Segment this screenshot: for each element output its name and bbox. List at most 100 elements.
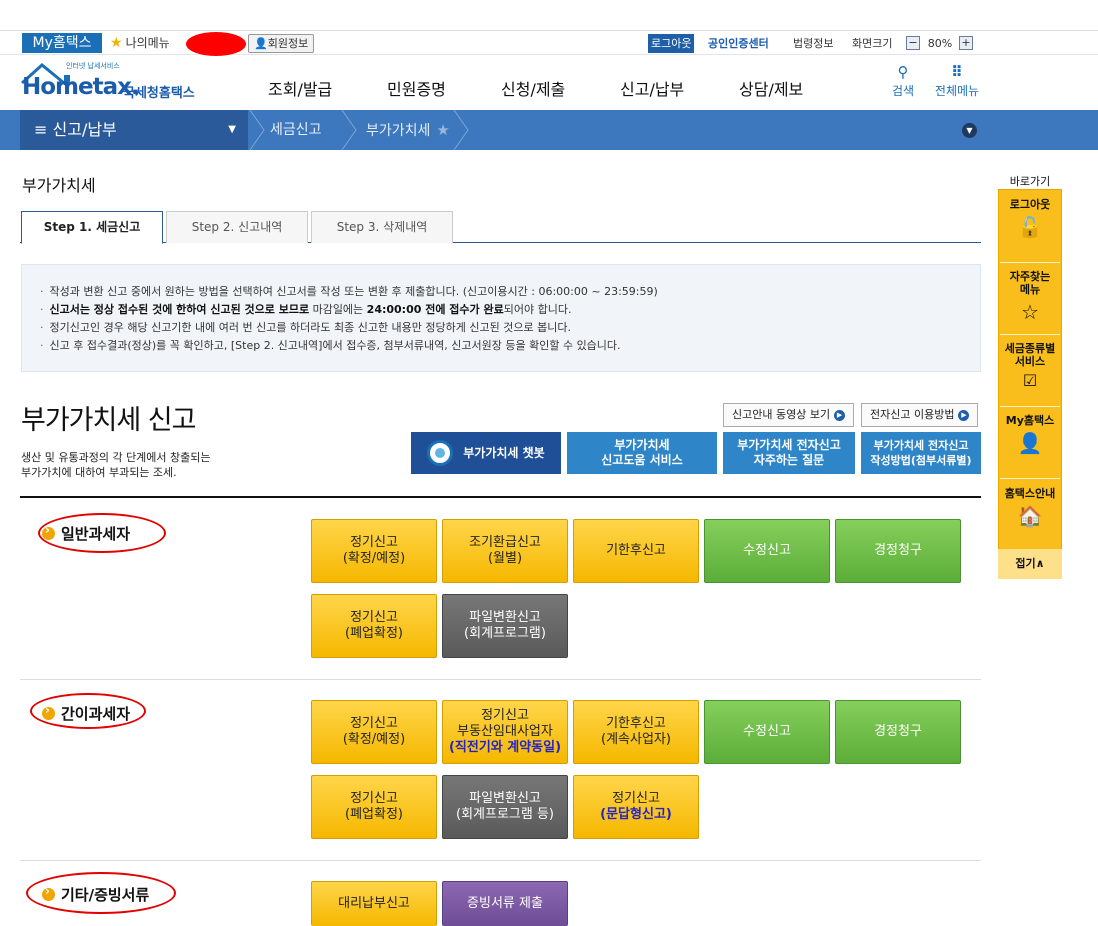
home-help-icon: 🏠 [1017,504,1043,528]
arrow-right-icon: ▶ [834,409,846,421]
vat-faq-button[interactable]: 부가가치세 전자신고 자주하는 질문 [723,432,855,474]
logo-small-text: 인터넷 납세서비스 [66,62,120,70]
nav-consult[interactable]: 상담/제보 [739,76,803,100]
quick-separator [1000,478,1060,479]
tabs-underline [20,242,981,243]
section-divider [20,496,981,498]
logo-sub-text: 국세청홈택스 [123,86,195,101]
general-early-refund-button[interactable]: 조기환급신고 (월별) [442,519,568,583]
quick-logout[interactable]: 로그아웃 🔓 [998,198,1062,239]
proxy-payment-report-button[interactable]: 대리납부신고 [311,881,437,926]
e-filing-howto-button[interactable]: 전자신고 이용방법 ▶ [861,403,979,427]
evidence-submit-button[interactable]: 증빙서류 제출 [442,881,568,926]
certificate-center-link[interactable]: 공인인증센터 [708,34,769,53]
quick-tax-type-service[interactable]: 세금종류별 서비스 ☑ [998,342,1062,390]
vat-section-title: 부가가치세 신고 [21,405,196,436]
breadcrumb-menu-select[interactable]: ≡ 신고/납부 ▼ [20,110,248,150]
vat-writing-method-button[interactable]: 부가가치세 전자신고 작성방법(첨부서류별) [861,432,981,474]
member-info-label: 회원정보 [267,37,309,50]
zoom-in-button[interactable]: + [959,36,973,50]
all-menu-label: 전체메뉴 [934,84,980,98]
checkbox-icon: ☑ [1022,371,1038,390]
notice-box: 작성과 변환 신고 중에서 원하는 방법을 선택하여 신고서를 작성 또는 변환… [21,264,981,372]
simple-file-convert-button[interactable]: 파일변환신고 (회계프로그램 등) [442,775,568,839]
all-menu-button[interactable]: ⠿ 전체메뉴 [932,64,982,98]
nav-inquiry[interactable]: 조회/발급 [268,76,332,100]
zoom-level: 80% [927,37,953,50]
simple-closure-report-button[interactable]: 정기신고 (폐업확정) [311,775,437,839]
logout-button[interactable]: 로그아웃 [648,34,695,53]
my-menu-label: 나의메뉴 [125,36,170,50]
simple-regular-report-button[interactable]: 정기신고 (확정/예정) [311,700,437,764]
arrow-bullet-icon [42,884,55,901]
user-icon: 👤 [1017,431,1043,455]
search-button[interactable]: ⚲ 검색 [883,64,923,98]
notice-line: 신고서는 정상 접수된 것에 한하여 신고된 것으로 보므로 마감일에는 24:… [40,301,980,319]
my-menu-link[interactable]: ★ 나의메뉴 [110,34,170,52]
tab-step3[interactable]: Step 3. 삭제내역 [311,211,453,243]
general-correction-claim-button[interactable]: 경정청구 [835,519,961,583]
search-label: 검색 [891,84,915,98]
quick-my-hometax[interactable]: My홈택스 👤 [998,414,1062,455]
arrow-right-icon: ▶ [958,409,970,421]
simple-qa-report-button[interactable]: 정기신고 (문답형신고) [573,775,699,839]
grid-icon: ⠿ [951,63,963,81]
person-icon: 👤 [254,37,268,50]
breadcrumb-separator-icon [341,110,357,150]
general-late-report-button[interactable]: 기한후신고 [573,519,699,583]
nav-apply[interactable]: 신청/제출 [501,76,565,100]
logo-main-text: Hometax. [22,74,140,100]
quick-separator [1000,262,1060,263]
simple-late-report-button[interactable]: 기한후신고 (계속사업자) [573,700,699,764]
section-divider [20,860,981,861]
breadcrumb-separator-icon [453,110,469,150]
category-other: 기타/증빙서류 [42,884,149,905]
simple-amend-report-button[interactable]: 수정신고 [704,700,830,764]
page-title: 부가가치세 [22,176,96,195]
quick-links-title: 바로가기 [1009,175,1051,188]
general-file-convert-button[interactable]: 파일변환신고 (회계프로그램) [442,594,568,658]
general-amend-report-button[interactable]: 수정신고 [704,519,830,583]
chatbot-icon [427,440,454,466]
tab-step2[interactable]: Step 2. 신고내역 [166,211,308,243]
star-icon: ★ [110,35,123,51]
quick-fold-button[interactable]: 접기∧ [998,549,1062,579]
notice-line: 작성과 변환 신고 중에서 원하는 방법을 선택하여 신고서를 작성 또는 변환… [40,283,980,301]
category-simple: 간이과세자 [42,703,130,724]
quick-separator [1000,406,1060,407]
category-general: 일반과세자 [42,523,130,544]
tab-step1[interactable]: Step 1. 세금신고 [21,211,163,244]
quick-hometax-guide[interactable]: 홈택스안내 🏠 [998,487,1062,528]
breadcrumb-tax-report[interactable]: 세금신고 [270,110,322,150]
law-info-link[interactable]: 법령정보 [793,34,833,53]
breadcrumb-first-label: 신고/납부 [52,120,117,139]
quick-frequent-menu[interactable]: 자주찾는 메뉴 ☆ [998,270,1062,324]
breadcrumb-vat-label: 부가가치세 [366,123,431,139]
vat-help-service-button[interactable]: 부가가치세 신고도움 서비스 [567,432,717,474]
arrow-bullet-icon [42,703,55,720]
notice-line: 신고 후 접수결과(정상)를 꼭 확인하고, [Step 2. 신고내역]에서 … [40,337,980,355]
nav-civil[interactable]: 민원증명 [387,76,446,100]
chevron-down-icon[interactable]: ▼ [962,123,977,138]
arrow-bullet-icon [42,523,55,540]
guide-video-button[interactable]: 신고안내 동영상 보기 ▶ [723,403,855,427]
hometax-logo[interactable]: 인터넷 납세서비스 Hometax. 국세청홈택스 [20,61,205,101]
caret-down-icon: ▼ [228,124,236,135]
general-regular-report-button[interactable]: 정기신고 (확정/예정) [311,519,437,583]
lock-icon: 🔓 [1017,215,1043,239]
vat-chatbot-button[interactable]: 부가가치세 챗봇 [411,432,561,474]
nav-report-pay[interactable]: 신고/납부 [620,76,684,100]
my-hometax-link[interactable]: My홈택스 [22,33,102,53]
simple-correction-claim-button[interactable]: 경정청구 [835,700,961,764]
search-icon: ⚲ [897,63,909,81]
simple-rental-report-button[interactable]: 정기신고 부동산임대사업자 (직전기와 계약동일) [442,700,568,764]
member-info-button[interactable]: 👤회원정보 [248,34,315,53]
general-closure-report-button[interactable]: 정기신고 (폐업확정) [311,594,437,658]
breadcrumb-vat[interactable]: 부가가치세 ★ [366,110,450,150]
quick-separator [1000,334,1060,335]
favorite-star-icon[interactable]: ★ [436,121,449,139]
zoom-out-button[interactable]: − [906,36,920,50]
redacted-username [186,32,246,56]
breadcrumb-separator-icon [249,110,265,150]
hamburger-icon: ≡ [34,120,53,139]
